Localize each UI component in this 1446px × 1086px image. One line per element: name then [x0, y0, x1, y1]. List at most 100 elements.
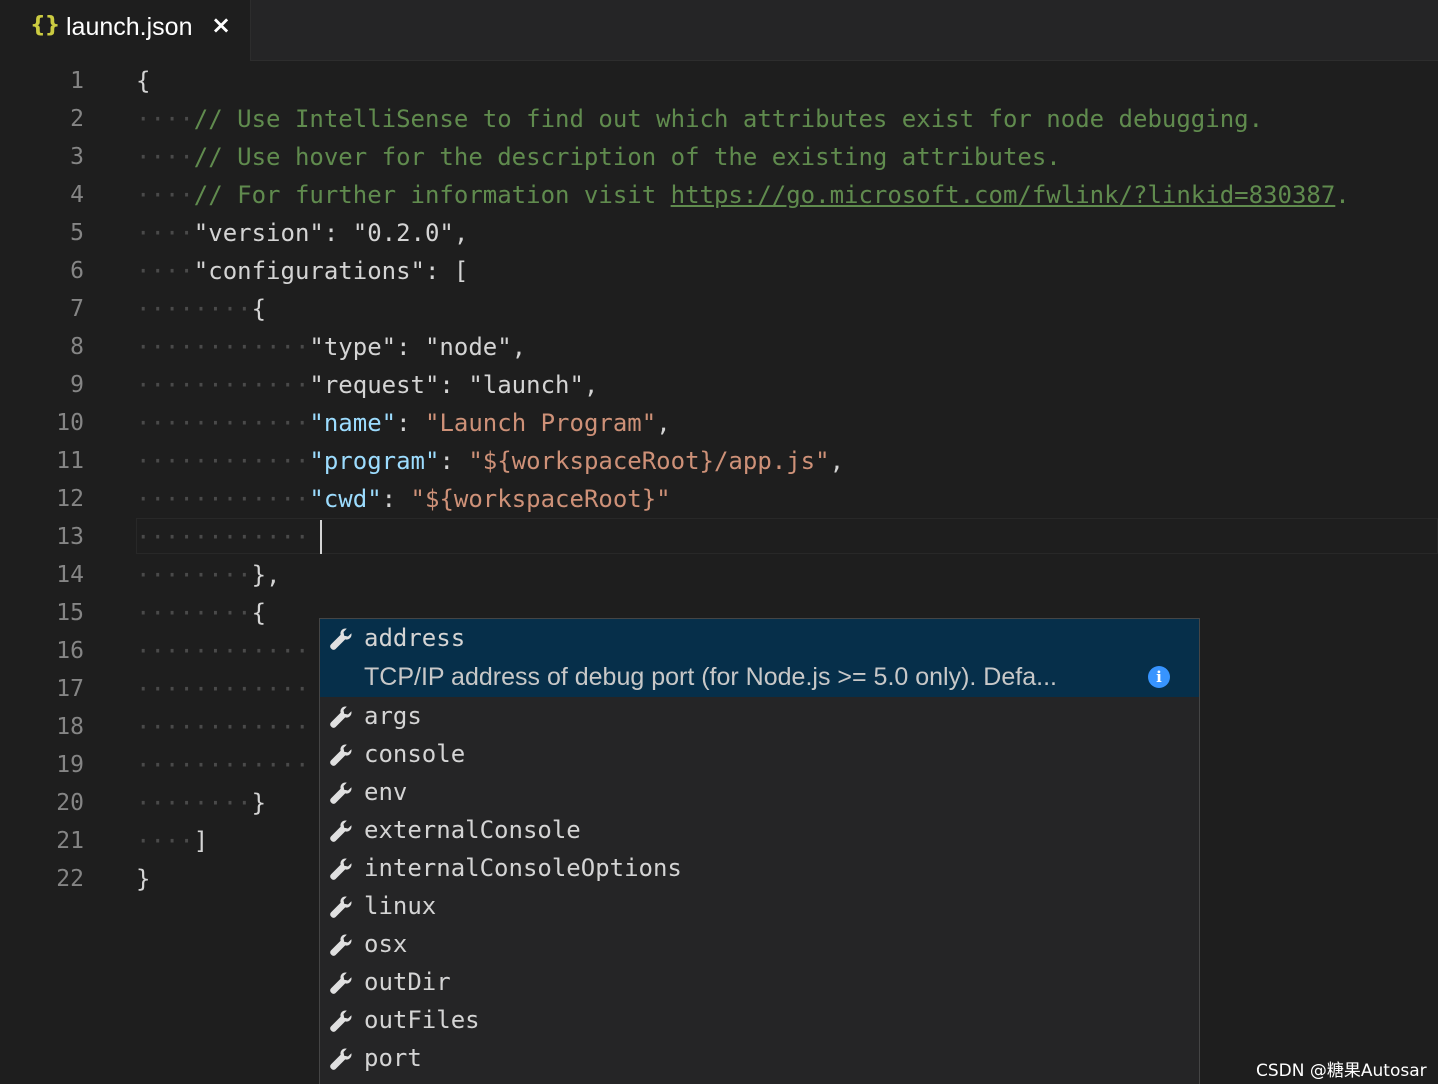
- suggest-widget[interactable]: TCP/IP address of debug port (for Node.j…: [319, 618, 1200, 1084]
- whitespace-indicator: ····: [136, 105, 194, 133]
- watermark: CSDN @糖果Autosar: [1256, 1061, 1427, 1081]
- whitespace-indicator: ········: [136, 561, 252, 589]
- suggest-item[interactable]: linux: [320, 887, 1199, 925]
- line-number: 2: [70, 106, 84, 132]
- code-line[interactable]: ········{: [136, 290, 266, 328]
- whitespace-indicator: ············: [136, 333, 310, 361]
- line-number: 6: [70, 258, 84, 284]
- wrench-icon: [328, 742, 354, 768]
- suggest-item[interactable]: externalConsole: [320, 811, 1199, 849]
- whitespace-indicator: ········: [136, 295, 252, 323]
- code-token: {: [136, 67, 151, 95]
- code-line[interactable]: ············"name": "Launch Program",: [136, 404, 671, 442]
- code-token: .: [1335, 181, 1350, 209]
- code-line[interactable]: ····"configurations": [: [136, 252, 468, 290]
- editor-window: {} launch.json × 1 2 3 4 5 6 7 8 9 10 11 12 13 14 15 16…: [0, 0, 1438, 1084]
- suggest-item[interactable]: address: [320, 619, 1199, 657]
- code-line[interactable]: ············: [136, 746, 309, 784]
- suggest-item[interactable]: osx: [320, 925, 1199, 963]
- suggest-item-label: osx: [364, 930, 408, 958]
- code-token: ,: [656, 409, 671, 437]
- code-line[interactable]: ············"program": "${workspaceRoot}…: [136, 442, 844, 480]
- link[interactable]: https://go.microsoft.com/fwlink/?linkid=…: [671, 181, 1336, 209]
- whitespace-indicator: ············: [136, 751, 310, 779]
- line-number: 9: [70, 372, 84, 398]
- code-token: "${workspaceRoot}/app.js": [468, 447, 830, 475]
- suggest-item[interactable]: args: [320, 697, 1199, 735]
- text-cursor: [320, 520, 322, 554]
- code-line[interactable]: {: [136, 62, 150, 100]
- whitespace-indicator: ····: [136, 827, 194, 855]
- code-line[interactable]: ············"request": "launch",: [136, 366, 598, 404]
- close-icon[interactable]: ×: [211, 11, 231, 39]
- code-token: // Use IntelliSense to find out which at…: [193, 105, 1264, 133]
- code-line[interactable]: ············: [136, 632, 309, 670]
- whitespace-indicator: ············: [136, 371, 310, 399]
- code-line[interactable]: }: [136, 860, 150, 898]
- code-token: // Use hover for the description of the …: [193, 143, 1061, 171]
- suggest-item[interactable]: console: [320, 735, 1199, 773]
- code-line[interactable]: ····// For further information visit htt…: [136, 176, 1350, 214]
- whitespace-indicator: ····: [136, 181, 194, 209]
- code-token: "request": "launch",: [309, 371, 599, 399]
- code-token: },: [251, 561, 281, 589]
- code-line[interactable]: ········}: [136, 784, 266, 822]
- code-line[interactable]: ········{: [136, 594, 266, 632]
- line-number: 15: [56, 600, 84, 626]
- wrench-icon: [328, 626, 354, 652]
- code-token: "cwd": [309, 485, 382, 513]
- wrench-icon: [328, 704, 354, 730]
- line-number: 3: [70, 144, 84, 170]
- suggest-item[interactable]: preLaunchTask: [320, 1077, 1199, 1084]
- suggest-item[interactable]: internalConsoleOptions: [320, 849, 1199, 887]
- suggest-item[interactable]: outDir: [320, 963, 1199, 1001]
- suggest-item[interactable]: port: [320, 1039, 1199, 1077]
- wrench-icon: [328, 856, 354, 882]
- line-number: 12: [56, 486, 84, 512]
- whitespace-indicator: ········: [136, 789, 252, 817]
- code-line[interactable]: ····"version": "0.2.0",: [136, 214, 468, 252]
- suggest-item[interactable]: env: [320, 773, 1199, 811]
- whitespace-indicator: ········: [136, 599, 252, 627]
- code-token: ,: [829, 447, 845, 475]
- line-number: 17: [56, 676, 84, 702]
- tab-launch-json[interactable]: {} launch.json ×: [0, 0, 251, 61]
- suggest-item-label: address: [364, 624, 466, 652]
- code-token: "Launch Program": [425, 409, 657, 437]
- line-number: 11: [56, 448, 84, 474]
- code-line[interactable]: ············"cwd": "${workspaceRoot}": [136, 480, 671, 518]
- code-line[interactable]: ············: [136, 708, 309, 746]
- line-number: 14: [56, 562, 84, 588]
- code-token: {: [251, 599, 267, 627]
- tab-label: launch.json: [66, 13, 193, 41]
- suggest-item[interactable]: outFiles: [320, 1001, 1199, 1039]
- info-icon[interactable]: i: [1148, 666, 1170, 688]
- code-token: }: [136, 865, 151, 893]
- code-line[interactable]: ········},: [136, 556, 281, 594]
- code-line[interactable]: ····// Use IntelliSense to find out whic…: [136, 100, 1263, 138]
- code-token: }: [251, 789, 267, 817]
- whitespace-indicator: ············: [136, 523, 310, 551]
- suggest-item-label: console: [364, 740, 466, 768]
- whitespace-indicator: ············: [136, 637, 310, 665]
- line-number: 7: [70, 296, 84, 322]
- whitespace-indicator: ············: [136, 485, 310, 513]
- wrench-icon: [328, 970, 354, 996]
- wrench-icon: [328, 894, 354, 920]
- code-token: "${workspaceRoot}": [410, 485, 671, 513]
- line-number: 4: [70, 182, 84, 208]
- code-token: "configurations": [: [193, 257, 469, 285]
- code-line[interactable]: ····// Use hover for the description of …: [136, 138, 1061, 176]
- line-number: 22: [56, 866, 84, 892]
- whitespace-indicator: ············: [136, 713, 310, 741]
- whitespace-indicator: ····: [136, 257, 194, 285]
- suggest-item-label: port: [364, 1044, 422, 1072]
- code-line[interactable]: ············"type": "node",: [136, 328, 526, 366]
- code-line[interactable]: ····]: [136, 822, 208, 860]
- code-line[interactable]: ············: [136, 670, 309, 708]
- whitespace-indicator: ············: [136, 447, 310, 475]
- code-line[interactable]: ············: [136, 518, 309, 556]
- code-editor[interactable]: 1 2 3 4 5 6 7 8 9 10 11 12 13 14 15 16 17 18 19 20 21 22 {···…: [0, 62, 1438, 1084]
- suggest-item-label: preLaunchTask: [364, 1077, 552, 1084]
- code-token: :: [396, 409, 425, 437]
